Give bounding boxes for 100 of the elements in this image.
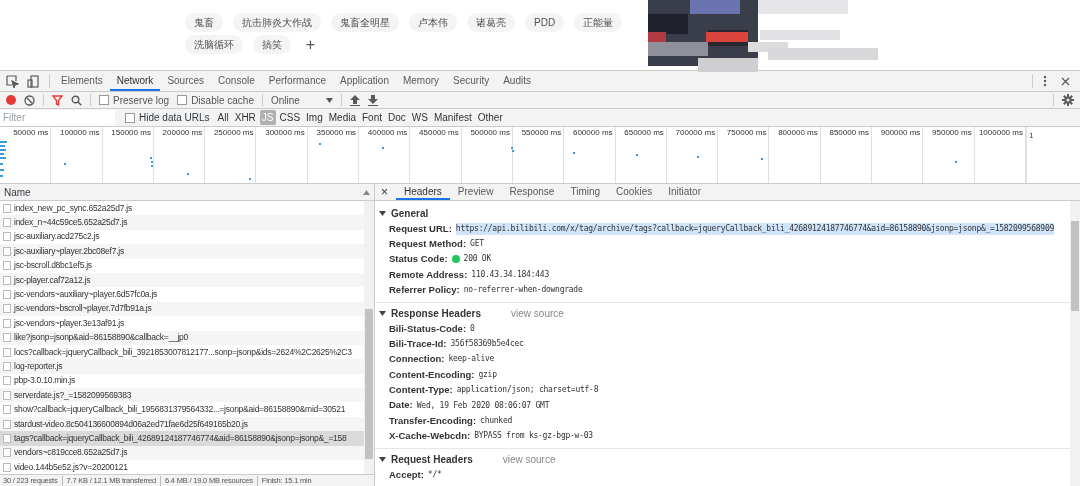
detail-tab[interactable]: Headers — [396, 184, 450, 200]
checkbox[interactable] — [177, 95, 188, 105]
disclosure-icon[interactable] — [379, 309, 387, 318]
clear-icon[interactable] — [24, 94, 35, 106]
section-title[interactable]: General — [391, 206, 429, 221]
tag-chip[interactable]: 鬼畜 — [185, 13, 223, 32]
header-value: keep-alive — [448, 353, 495, 366]
request-name: jsc-vendors~bscroll~player.7d7fb91a.js — [14, 303, 152, 315]
column-header[interactable]: Name — [4, 184, 31, 200]
tag-chip[interactable]: 鬼畜全明星 — [331, 13, 399, 32]
section-title[interactable]: Request Headers — [391, 452, 473, 468]
detail-tab[interactable]: Preview — [449, 184, 502, 200]
header-name: Content-Encoding: — [389, 367, 475, 382]
type-filter[interactable]: CSS — [277, 110, 303, 125]
devtools-tab[interactable]: Performance — [261, 71, 333, 91]
devtools-tab[interactable]: Audits — [496, 71, 538, 91]
request-name: jsc-auxiliary.acd275c2.js — [14, 231, 100, 243]
tick-label: 950000 ms — [932, 127, 972, 139]
type-filter[interactable]: XHR — [232, 110, 258, 125]
type-filter[interactable]: WS — [409, 110, 430, 125]
disclosure-icon[interactable] — [379, 209, 387, 218]
tag-chip[interactable]: 卢本伟 — [409, 13, 457, 32]
type-filter[interactable]: All — [215, 110, 231, 125]
type-filter[interactable]: Font — [360, 110, 384, 125]
tag-chip[interactable]: 洗脑循环 — [185, 35, 243, 54]
throttling-dropdown[interactable]: Online — [270, 92, 333, 108]
detail-tab[interactable]: Response — [501, 184, 563, 200]
download-icon[interactable] — [367, 94, 378, 106]
checkbox[interactable] — [99, 95, 109, 105]
view-source-link[interactable]: view source — [511, 305, 564, 321]
search-icon[interactable] — [71, 94, 82, 106]
header-name: Transfer-Encoding: — [389, 413, 477, 428]
tag-chip[interactable]: 正能量 — [574, 13, 623, 32]
tick-label: 450000 ms — [419, 127, 459, 139]
tick-label: 100000 ms — [60, 127, 100, 139]
request-name: jsc-bscroll.d8bc1ef5.js — [14, 260, 92, 272]
header-value: Wed, 19 Feb 2020 08:06:07 GMT — [416, 399, 550, 412]
devtools-tab[interactable]: Console — [211, 71, 262, 91]
request-row[interactable]: tags?callback=jqueryCallback_bili_42689124187746774&aid=86158890&jsonp=jsonp&_=158 — [0, 431, 364, 446]
type-filter[interactable]: Doc — [386, 110, 408, 125]
close-button[interactable]: × — [381, 186, 388, 198]
request-row[interactable]: serverdate.js?_=1582099569383 — [0, 388, 364, 403]
header-name: Content-Type: — [389, 383, 453, 398]
checkbox[interactable] — [125, 112, 135, 123]
type-filter[interactable]: Manifest — [431, 110, 474, 125]
detail-tab[interactable]: Cookies — [608, 184, 661, 200]
tick-label: 700000 ms — [675, 127, 716, 139]
header-name: Date: — [389, 398, 413, 413]
devtools-tab[interactable]: Security — [446, 71, 497, 91]
section-title[interactable]: Response Headers — [391, 305, 482, 321]
type-filter[interactable]: Img — [304, 110, 325, 125]
header-name: Status Code: — [389, 252, 448, 267]
settings-icon[interactable] — [1062, 94, 1074, 106]
header-value: BYPASS from ks-gz-bgp-w-03 — [474, 430, 593, 443]
detail-tab[interactable]: Timing — [562, 184, 609, 200]
more-options-icon[interactable] — [1043, 75, 1047, 87]
tick-label: 850000 ms — [829, 127, 870, 139]
tick-label: 200000 ms — [162, 127, 203, 139]
devtools-tab[interactable]: Elements — [54, 71, 110, 91]
tag-chip[interactable]: 抗击肺炎大作战 — [233, 13, 321, 32]
header-value: gzip — [478, 368, 497, 381]
request-name: jsc-auxiliary~player.2bc08ef7.js — [14, 245, 124, 257]
scrollbar[interactable] — [364, 201, 374, 474]
tick-label: 50000 ms — [13, 127, 49, 139]
header-value: chunked — [480, 415, 513, 427]
request-name: stardust-video.8c504136600894d06a2ed71fae6d25f649165b20.js — [14, 418, 248, 430]
disclosure-icon[interactable] — [379, 455, 387, 464]
request-row[interactable]: jsc-auxiliary~player.2bc08ef7.js — [0, 244, 364, 259]
close-icon[interactable] — [1061, 76, 1070, 86]
caret-icon — [325, 97, 333, 103]
device-toggle-icon[interactable] — [27, 74, 39, 88]
sort-icon[interactable] — [363, 189, 370, 195]
tag-chip[interactable]: 搞笑 — [253, 35, 291, 54]
request-name: index_new_pc_sync.652a25d7.js — [14, 202, 132, 214]
inspect-icon[interactable] — [6, 74, 19, 88]
view-source-link[interactable]: view source — [502, 452, 556, 468]
filter-field[interactable]: Filter — [0, 109, 115, 126]
request-row[interactable]: index_n~44c59ce5.652a25d7.js — [0, 215, 364, 230]
header-value: GET — [470, 238, 484, 251]
request-row[interactable]: log-reporter.js — [0, 359, 364, 374]
scrollbar[interactable] — [1070, 201, 1080, 486]
tag-chip[interactable]: 诸葛亮 — [467, 13, 515, 32]
request-name: like?jsonp=jsonp&aid=86158890&callback=__jp0 — [14, 332, 189, 344]
filter-icon[interactable] — [52, 94, 63, 106]
add-tag-button[interactable]: + — [301, 35, 320, 54]
tick-label: 150000 ms — [111, 127, 151, 139]
devtools-tab[interactable]: Memory — [395, 71, 447, 91]
tag-chip[interactable]: PDD — [525, 13, 565, 32]
type-filter[interactable]: Other — [475, 110, 505, 125]
request-name: jsc-vendors~player.3e13af91.js — [14, 317, 124, 329]
record-button[interactable] — [6, 95, 16, 105]
request-name: jsc-player.caf72a12.js — [14, 274, 91, 286]
devtools-tab[interactable]: Sources — [160, 71, 212, 91]
devtools-tab[interactable]: Application — [333, 71, 396, 91]
header-value: 200 OK — [463, 253, 491, 266]
preserve-log-label: Preserve log — [113, 93, 170, 108]
detail-tab[interactable]: Initiator — [660, 184, 709, 200]
type-filter[interactable]: Media — [326, 110, 358, 125]
upload-icon[interactable] — [349, 94, 360, 106]
header-value: application/json; charset=utf-8 — [456, 384, 599, 397]
